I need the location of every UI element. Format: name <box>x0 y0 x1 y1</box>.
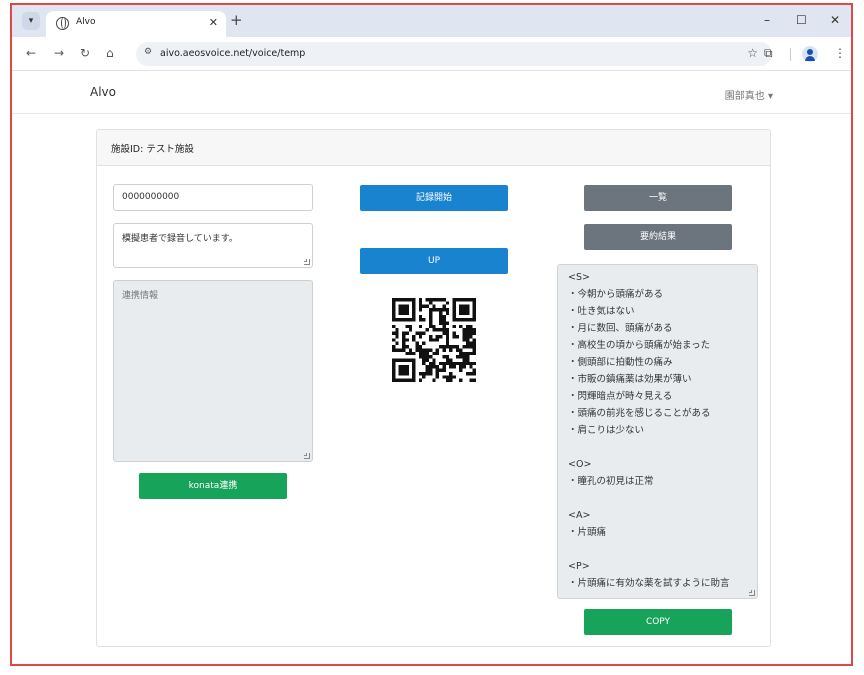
start-recording-button[interactable]: 記録開始 <box>360 185 508 211</box>
upload-button[interactable]: UP <box>360 248 508 274</box>
integration-info-placeholder: 連携情報 <box>122 291 159 301</box>
integration-info-textarea[interactable]: 連携情報 <box>113 280 313 462</box>
qr-code <box>392 298 476 382</box>
summary-line: ・頭痛の前兆を感じることがある <box>568 408 711 419</box>
summary-line: ・片頭痛に有効な薬を試すように助言 <box>568 578 730 589</box>
summary-line: ・月に数回、頭痛がある <box>568 323 673 334</box>
profile-avatar-icon[interactable] <box>802 46 818 62</box>
resize-grip-icon[interactable] <box>749 590 755 596</box>
tab-title: Alvo <box>76 17 96 27</box>
status-textarea[interactable]: 模擬患者で録音しています。 <box>113 223 313 268</box>
browser-tab[interactable]: Alvo ✕ <box>46 11 226 37</box>
resize-grip-icon[interactable] <box>304 453 310 459</box>
tab-search-chevron-icon[interactable]: ▾ <box>22 12 40 30</box>
list-button[interactable]: 一覧 <box>584 185 732 211</box>
new-tab-plus-icon[interactable]: + <box>230 11 243 29</box>
site-settings-icon[interactable]: ⚙ <box>144 47 152 57</box>
id-input[interactable]: 0000000000 <box>113 184 313 211</box>
globe-icon <box>56 17 69 30</box>
maximize-icon[interactable]: ☐ <box>796 13 807 27</box>
url-text[interactable]: aivo.aeosvoice.net/voice/temp <box>160 48 305 59</box>
summary-line: ・閃輝暗点が時々見える <box>568 391 673 402</box>
browser-window: ▾ Alvo ✕ + – ☐ ✕ ← → ↻ ⌂ ⚙ aivo.aeosvoic… <box>10 3 853 666</box>
facility-id-label: 施設ID: テスト施設 <box>111 144 194 155</box>
close-window-icon[interactable]: ✕ <box>830 13 840 27</box>
tab-strip: ▾ Alvo ✕ + – ☐ ✕ <box>12 5 851 37</box>
summary-line: ・片頭痛 <box>568 527 607 538</box>
summary-textarea[interactable]: <S> ・今朝から頭痛がある ・吐き気はない・月に数回、頭痛がある・高校生の頃から頭… <box>557 264 758 599</box>
card-header: 施設ID: テスト施設 <box>97 130 770 166</box>
summary-line <box>568 490 747 507</box>
summary-line <box>568 439 747 456</box>
summary-line: ・今朝から頭痛がある <box>568 289 664 300</box>
minimize-icon[interactable]: – <box>764 13 770 27</box>
summary-line: <O> <box>568 459 592 470</box>
resize-grip-icon[interactable] <box>304 259 310 265</box>
summary-line: ・肩こりは少ない <box>568 425 645 436</box>
copy-button[interactable]: COPY <box>584 609 732 635</box>
back-arrow-icon[interactable]: ← <box>26 46 36 60</box>
extensions-puzzle-icon[interactable]: ⧉ <box>764 46 773 61</box>
user-menu[interactable]: 園部真也 ▾ <box>725 87 773 102</box>
summary-line: ・市販の鎮痛薬は効果が薄い <box>568 374 692 385</box>
app-header: Alvo 園部真也 ▾ <box>12 72 851 114</box>
bookmark-star-icon[interactable]: ☆ <box>747 46 758 60</box>
facility-card: 施設ID: テスト施設 0000000000 模擬患者で録音しています。 連携情… <box>96 129 771 647</box>
forward-arrow-icon[interactable]: → <box>54 46 64 60</box>
summary-line: ・吐き気はない <box>568 306 635 317</box>
toolbar-divider <box>790 48 791 61</box>
summary-result-button[interactable]: 要約結果 <box>584 224 732 250</box>
address-bar[interactable]: ⚙ aivo.aeosvoice.net/voice/temp ☆ <box>136 42 772 66</box>
summary-line: ・側頭部に拍動性の痛み <box>568 357 673 368</box>
reload-icon[interactable]: ↻ <box>80 46 90 60</box>
browser-toolbar: ← → ↻ ⌂ ⚙ aivo.aeosvoice.net/voice/temp … <box>12 37 851 71</box>
close-tab-icon[interactable]: ✕ <box>209 16 218 29</box>
summary-line: ・瞳孔の初見は正常 <box>568 476 654 487</box>
brand-logo[interactable]: Alvo <box>90 85 116 99</box>
summary-line: ・高校生の頃から頭痛が始まった <box>568 340 711 351</box>
more-menu-icon[interactable]: ⋮ <box>834 46 846 60</box>
konata-integration-button[interactable]: konata連携 <box>139 473 287 499</box>
summary-line: <P> <box>568 561 590 572</box>
summary-line: <A> <box>568 510 591 521</box>
summary-line <box>568 541 747 558</box>
status-textarea-value: 模擬患者で録音しています。 <box>122 234 238 244</box>
id-input-value: 0000000000 <box>122 192 180 202</box>
home-icon[interactable]: ⌂ <box>106 46 114 60</box>
summary-line: <S> <box>568 272 590 283</box>
